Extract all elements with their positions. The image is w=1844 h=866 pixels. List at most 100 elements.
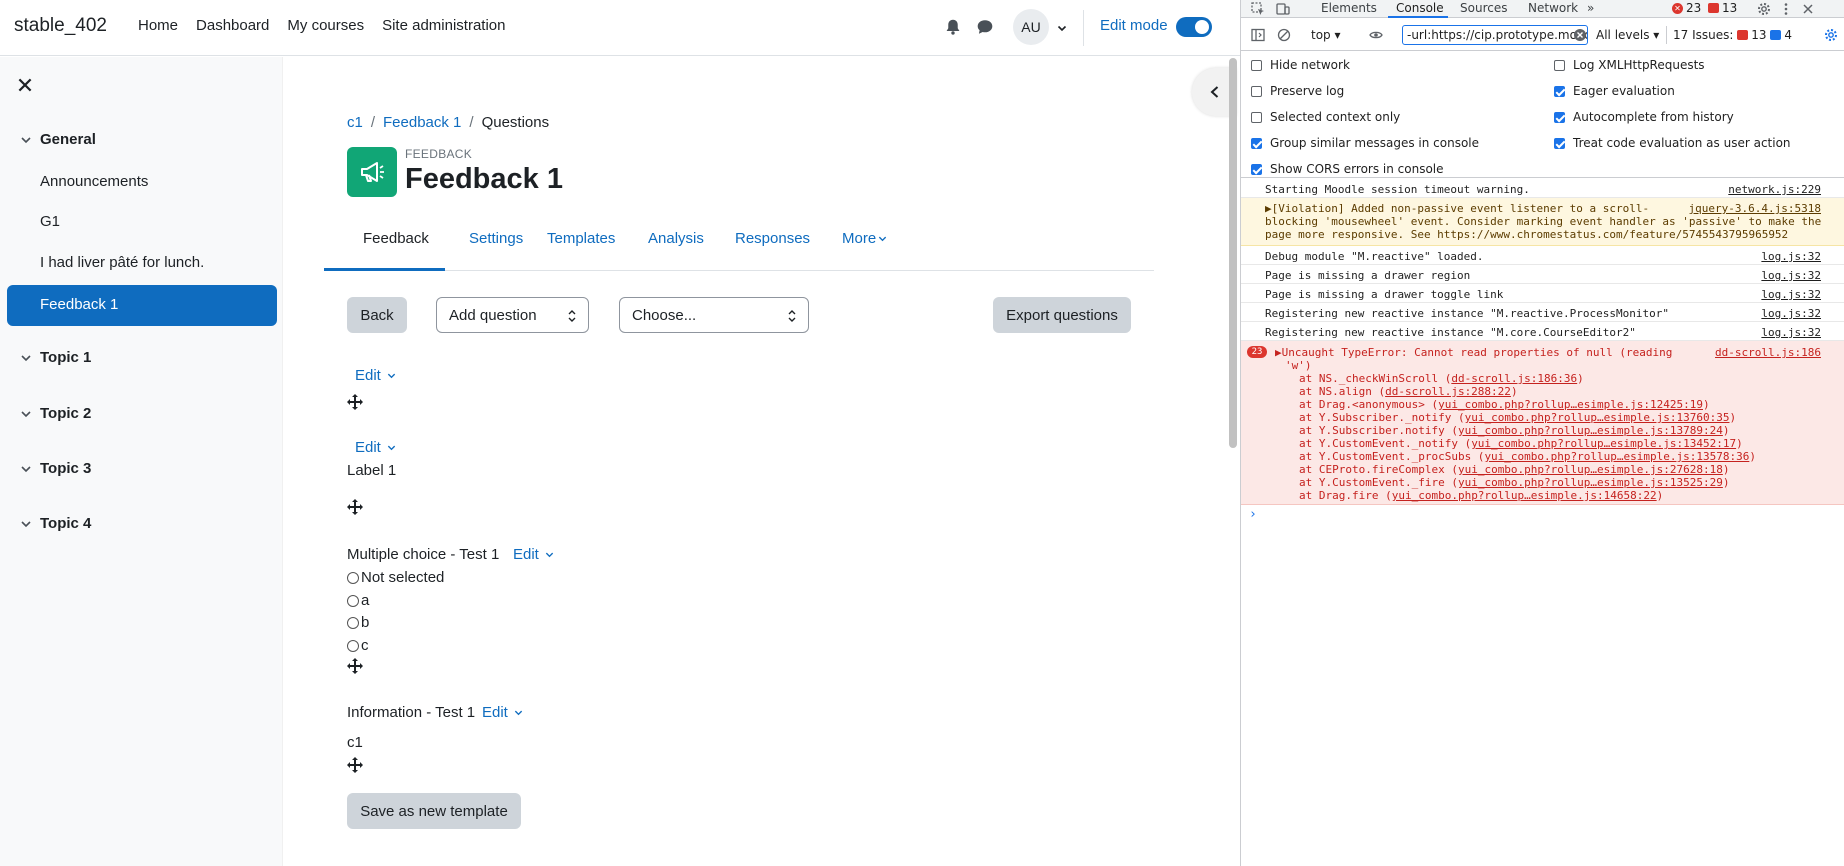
- checkbox[interactable]: [1251, 85, 1262, 97]
- error-count-badge[interactable]: ✕ 23: [1672, 1, 1701, 15]
- checkbox-checked[interactable]: [1251, 163, 1262, 175]
- message-source-link[interactable]: jquery-3.6.4.js:5318: [1689, 202, 1821, 215]
- warning-count-badge[interactable]: 13: [1708, 1, 1737, 15]
- devtools-tab-sources[interactable]: Sources: [1460, 1, 1507, 15]
- tab-more[interactable]: More: [842, 230, 887, 247]
- back-button[interactable]: Back: [347, 297, 407, 333]
- tab-feedback[interactable]: Feedback: [363, 230, 429, 247]
- stack-frame-link[interactable]: yui_combo.php?rollup…esimple.js:13789:24: [1458, 424, 1723, 437]
- move-icon[interactable]: [347, 394, 363, 410]
- message-source-link[interactable]: network.js:229: [1728, 183, 1821, 196]
- gear-icon[interactable]: [1757, 2, 1771, 16]
- setting-log-xhr[interactable]: Log XMLHttpRequests: [1554, 58, 1705, 72]
- page-scrollbar[interactable]: [1229, 58, 1237, 448]
- breadcrumb-feedback[interactable]: Feedback 1: [383, 114, 461, 131]
- checkbox[interactable]: [1554, 59, 1565, 71]
- activity-liver-pate[interactable]: I had liver pâté for lunch.: [40, 254, 204, 271]
- move-icon[interactable]: [347, 658, 363, 674]
- stack-frame-link[interactable]: yui_combo.php?rollup…esimple.js:13452:17: [1471, 437, 1736, 450]
- kebab-menu-icon[interactable]: [1779, 2, 1793, 16]
- setting-user-action[interactable]: Treat code evaluation as user action: [1554, 136, 1791, 150]
- stack-frame-link[interactable]: yui_combo.php?rollup…esimple.js:14658:22: [1392, 489, 1657, 502]
- radio-option-a[interactable]: a: [347, 592, 369, 609]
- choose-template-select[interactable]: Choose...: [619, 297, 809, 333]
- checkbox[interactable]: [1251, 111, 1262, 123]
- chevron-down-icon[interactable]: [20, 408, 32, 420]
- console-filter-input[interactable]: -url:https://cip.prototype.moodle: [1402, 25, 1588, 45]
- edit-mode-toggle[interactable]: [1176, 17, 1212, 37]
- setting-show-cors[interactable]: Show CORS errors in console: [1251, 162, 1444, 176]
- stack-frame-link[interactable]: yui_combo.php?rollup…esimple.js:13578:36: [1484, 450, 1749, 463]
- item-3-edit-menu[interactable]: Edit: [513, 546, 554, 563]
- move-icon[interactable]: [347, 499, 363, 515]
- device-toolbar-icon[interactable]: [1276, 2, 1290, 16]
- item-4-edit-menu[interactable]: Edit: [482, 704, 523, 721]
- nav-dashboard[interactable]: Dashboard: [196, 17, 269, 34]
- breadcrumb-course[interactable]: c1: [347, 114, 363, 131]
- close-icon[interactable]: [16, 76, 34, 94]
- message-source-link[interactable]: log.js:32: [1761, 307, 1821, 320]
- more-tabs-icon[interactable]: »: [1587, 1, 1594, 15]
- warning-text-line[interactable]: page more responsive. See https://www.ch…: [1265, 228, 1788, 241]
- chevron-down-icon[interactable]: [20, 463, 32, 475]
- devtools-tab-elements[interactable]: Elements: [1321, 1, 1377, 15]
- export-questions-button[interactable]: Export questions: [993, 297, 1131, 333]
- activity-announcements[interactable]: Announcements: [40, 173, 148, 190]
- setting-preserve-log[interactable]: Preserve log: [1251, 84, 1344, 98]
- radio-button[interactable]: [347, 594, 359, 607]
- chevron-down-icon[interactable]: [20, 352, 32, 364]
- stack-frame-link[interactable]: yui_combo.php?rollup…esimple.js:27628:18: [1458, 463, 1723, 476]
- radio-option-c[interactable]: c: [347, 637, 369, 654]
- close-icon[interactable]: [1801, 2, 1815, 16]
- setting-hide-network[interactable]: Hide network: [1251, 58, 1350, 72]
- checkbox-checked[interactable]: [1554, 137, 1565, 149]
- radio-option-b[interactable]: b: [347, 614, 369, 631]
- devtools-tab-network[interactable]: Network: [1528, 1, 1578, 15]
- devtools-tab-console[interactable]: Console: [1396, 1, 1444, 15]
- section-general[interactable]: General: [20, 131, 96, 148]
- chevron-down-icon[interactable]: [20, 518, 32, 530]
- site-brand[interactable]: stable_402: [14, 15, 107, 37]
- item-1-edit-menu[interactable]: Edit: [355, 367, 396, 384]
- message-source-link[interactable]: log.js:32: [1761, 250, 1821, 263]
- stack-frame-link[interactable]: yui_combo.php?rollup…esimple.js:13525:29: [1458, 476, 1723, 489]
- setting-group-similar[interactable]: Group similar messages in console: [1251, 136, 1479, 150]
- stack-frame-link[interactable]: dd-scroll.js:186:36: [1451, 372, 1577, 385]
- radio-button[interactable]: [347, 639, 359, 652]
- stack-frame-link[interactable]: dd-scroll.js:288:22: [1385, 385, 1511, 398]
- item-2-edit-menu[interactable]: Edit: [355, 439, 396, 456]
- sidebar-toggle-icon[interactable]: [1251, 28, 1265, 42]
- radio-not-selected[interactable]: Not selected: [347, 569, 444, 586]
- add-question-select[interactable]: Add question: [436, 297, 589, 333]
- message-source-link[interactable]: log.js:32: [1761, 269, 1821, 282]
- stack-frame-link[interactable]: yui_combo.php?rollup…esimple.js:13760:35: [1465, 411, 1730, 424]
- eye-icon[interactable]: [1369, 28, 1383, 42]
- checkbox-checked[interactable]: [1251, 137, 1262, 149]
- checkbox[interactable]: [1251, 59, 1262, 71]
- tab-analysis[interactable]: Analysis: [648, 230, 704, 247]
- radio-button[interactable]: [347, 571, 359, 584]
- chevron-down-icon[interactable]: [20, 134, 32, 146]
- context-selector[interactable]: top ▾: [1311, 28, 1341, 42]
- activity-g1[interactable]: G1: [40, 213, 60, 230]
- inspect-element-icon[interactable]: [1251, 2, 1265, 16]
- section-topic-2[interactable]: Topic 2: [20, 405, 91, 422]
- setting-selected-context[interactable]: Selected context only: [1251, 110, 1400, 124]
- message-source-link[interactable]: log.js:32: [1761, 288, 1821, 301]
- clear-filter-icon[interactable]: [1573, 28, 1587, 42]
- nav-home[interactable]: Home: [138, 17, 178, 34]
- checkbox-checked[interactable]: [1554, 111, 1565, 123]
- tab-responses[interactable]: Responses: [735, 230, 810, 247]
- log-levels-dropdown[interactable]: All levels ▾: [1596, 28, 1659, 42]
- move-icon[interactable]: [347, 757, 363, 773]
- console-settings-gear-icon[interactable]: [1824, 28, 1838, 42]
- issues-counter[interactable]: 17 Issues: 13 4: [1666, 26, 1792, 44]
- console-prompt[interactable]: ›: [1249, 507, 1257, 522]
- message-source-link[interactable]: log.js:32: [1761, 326, 1821, 339]
- radio-button[interactable]: [347, 616, 359, 629]
- error-source-link[interactable]: dd-scroll.js:186: [1715, 346, 1821, 359]
- tab-settings[interactable]: Settings: [469, 230, 523, 247]
- activity-feedback-1[interactable]: Feedback 1: [7, 285, 277, 326]
- setting-autocomplete[interactable]: Autocomplete from history: [1554, 110, 1734, 124]
- save-as-template-button[interactable]: Save as new template: [347, 793, 521, 829]
